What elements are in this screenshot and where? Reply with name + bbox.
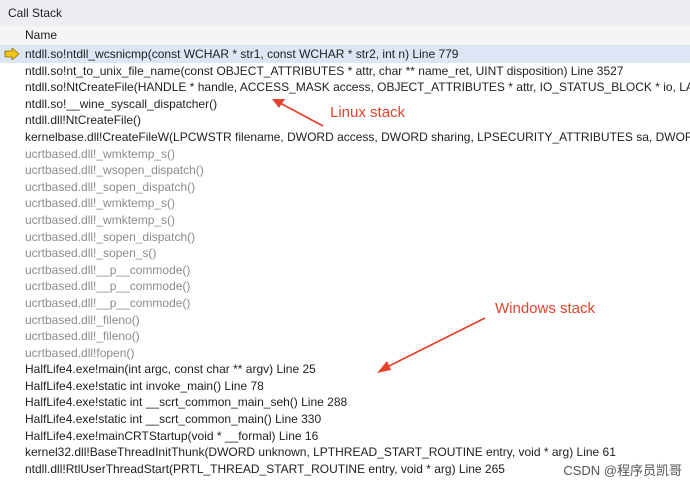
- stack-frame-text: ucrtbased.dll!__p__commode(): [25, 295, 191, 310]
- stack-frame-text: ucrtbased.dll!_fileno(): [25, 329, 140, 344]
- stack-frame-row[interactable]: ucrtbased.dll!__p__commode(): [0, 262, 690, 279]
- stack-frame-text: ntdll.so!nt_to_unix_file_name(const OBJE…: [25, 63, 624, 78]
- stack-frame-text: HalfLife4.exe!static int __scrt_common_m…: [25, 412, 322, 427]
- stack-frame-row[interactable]: ntdll.so!ntdll_wcsnicmp(const WCHAR * st…: [0, 46, 690, 63]
- panel-titlebar: Call Stack: [0, 0, 690, 27]
- stack-frame-text: kernel32.dll!BaseThreadInitThunk(DWORD u…: [25, 445, 616, 460]
- stack-frame-row[interactable]: ucrtbased.dll!fopen(): [0, 345, 690, 362]
- stack-frame-text: HalfLife4.exe!static int __scrt_common_m…: [25, 395, 348, 410]
- stack-frame-text: ucrtbased.dll!__p__commode(): [25, 279, 191, 294]
- stack-frame-text: ucrtbased.dll!_fileno(): [25, 312, 140, 327]
- stack-frame-text: ntdll.so!NtCreateFile(HANDLE * handle, A…: [25, 80, 690, 95]
- stack-frame-row[interactable]: kernel32.dll!BaseThreadInitThunk(DWORD u…: [0, 444, 690, 461]
- stack-frame-text: ucrtbased.dll!_wmktemp_s(): [25, 146, 176, 161]
- stack-frame-text: ucrtbased.dll!_wmktemp_s(): [25, 196, 176, 211]
- stack-frame-row[interactable]: ucrtbased.dll!_wmktemp_s(): [0, 146, 690, 163]
- stack-frame-row[interactable]: HalfLife4.exe!static int __scrt_common_m…: [0, 394, 690, 411]
- stack-frame-text: kernelbase.dll!CreateFileW(LPCWSTR filen…: [25, 129, 690, 144]
- stack-frame-text: ucrtbased.dll!__p__commode(): [25, 262, 191, 277]
- stack-frame-row[interactable]: ucrtbased.dll!__p__commode(): [0, 278, 690, 295]
- stack-frame-row[interactable]: ucrtbased.dll!_sopen_dispatch(): [0, 179, 690, 196]
- stack-frame-text: HalfLife4.exe!mainCRTStartup(void * __fo…: [25, 428, 319, 443]
- windows-stack-annotation: Windows stack: [495, 300, 596, 317]
- current-frame-arrow-icon: [4, 48, 20, 60]
- stack-frame-row[interactable]: ntdll.so!NtCreateFile(HANDLE * handle, A…: [0, 79, 690, 96]
- stack-frame-text: ucrtbased.dll!fopen(): [25, 345, 135, 360]
- stack-frame-row[interactable]: kernelbase.dll!CreateFileW(LPCWSTR filen…: [0, 129, 690, 146]
- stack-frame-row[interactable]: HalfLife4.exe!mainCRTStartup(void * __fo…: [0, 428, 690, 445]
- stack-frame-row[interactable]: HalfLife4.exe!static int __scrt_common_m…: [0, 411, 690, 428]
- stack-frame-row[interactable]: HalfLife4.exe!static int invoke_main() L…: [0, 378, 690, 395]
- stack-frame-text: ucrtbased.dll!_sopen_dispatch(): [25, 229, 196, 244]
- stack-frame-text: ntdll.dll!NtCreateFile(): [25, 113, 142, 128]
- column-header-name: Name: [25, 28, 58, 42]
- stack-frame-row[interactable]: ucrtbased.dll!_sopen_s(): [0, 245, 690, 262]
- stack-frame-text: ucrtbased.dll!_wmktemp_s(): [25, 212, 176, 227]
- stack-frame-text: ucrtbased.dll!_sopen_dispatch(): [25, 179, 196, 194]
- linux-stack-annotation: Linux stack: [330, 104, 406, 121]
- watermark: CSDN @程序员凯哥: [563, 460, 682, 479]
- stack-frame-text: ntdll.dll!RtlUserThreadStart(PRTL_THREAD…: [25, 461, 505, 476]
- stack-frame-text: HalfLife4.exe!static int invoke_main() L…: [25, 378, 264, 393]
- stack-frame-text: ucrtbased.dll!_wsopen_dispatch(): [25, 163, 204, 178]
- stack-frame-row[interactable]: ucrtbased.dll!_wmktemp_s(): [0, 212, 690, 229]
- panel-title: Call Stack: [8, 6, 63, 20]
- stack-frame-row[interactable]: ucrtbased.dll!_fileno(): [0, 328, 690, 345]
- stack-frame-text: HalfLife4.exe!main(int argc, const char …: [25, 362, 316, 377]
- stack-frame-text: ntdll.so!__wine_syscall_dispatcher(): [25, 96, 218, 111]
- stack-frame-row[interactable]: ntdll.so!nt_to_unix_file_name(const OBJE…: [0, 63, 690, 80]
- column-header[interactable]: Name: [0, 26, 690, 46]
- stack-frame-row[interactable]: ucrtbased.dll!_wmktemp_s(): [0, 195, 690, 212]
- stack-frame-row[interactable]: ucrtbased.dll!_wsopen_dispatch(): [0, 162, 690, 179]
- stack-frame-text: ntdll.so!ntdll_wcsnicmp(const WCHAR * st…: [25, 47, 459, 61]
- stack-frame-row[interactable]: HalfLife4.exe!main(int argc, const char …: [0, 361, 690, 378]
- stack-frame-text: ucrtbased.dll!_sopen_s(): [25, 246, 157, 261]
- stack-frame-row[interactable]: ucrtbased.dll!_sopen_dispatch(): [0, 229, 690, 246]
